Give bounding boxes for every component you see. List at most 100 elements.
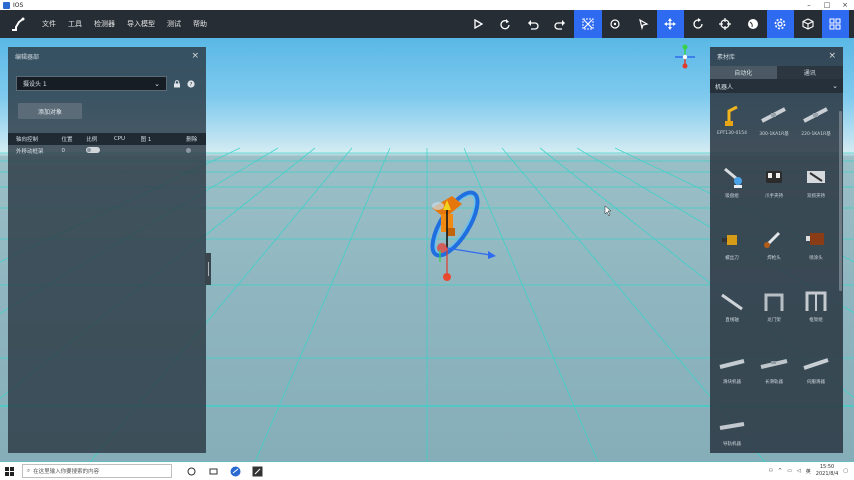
move-tool-button[interactable] [656,10,684,38]
task-view-icon[interactable] [202,462,224,480]
asset-item[interactable]: 300-1KA1R基 [754,101,794,137]
ime-icon[interactable]: 英 [806,468,811,475]
visibility-toggle[interactable] [86,147,101,153]
row-value: 0 [61,148,65,154]
orientation-gizmo-icon[interactable] [672,44,698,70]
robot-icon [610,19,620,29]
menu-item-4[interactable]: 测试 [161,10,187,38]
asset-tab-0[interactable]: 自动化 [710,66,777,79]
taskbar-search-input[interactable]: ⌕ 在这里输入你要搜索的内容 [22,464,172,478]
delete-icon[interactable] [186,147,192,153]
menu-item-1[interactable]: 工具 [62,10,88,38]
asset-item[interactable]: 爪手夹持 [754,163,794,199]
robot-tool-button[interactable] [602,10,630,38]
forward-tool-button[interactable] [547,10,575,38]
toolbar [464,10,849,38]
asset-scrollbar[interactable] [839,111,842,291]
asset-item[interactable]: 伺服滑器 [796,349,836,385]
app-taskbar-icon[interactable] [224,462,246,480]
ide-taskbar-icon[interactable] [246,462,268,480]
asset-item[interactable]: 滑块机器 [712,349,752,385]
asset-item[interactable]: 长滑轨器 [754,349,794,385]
chevron-up-icon[interactable]: ^ [778,468,782,474]
asset-item[interactable]: 龙门架 [754,287,794,323]
select-all-icon [582,18,594,30]
asset-item-label: 龙门架 [767,318,781,323]
asset-item[interactable]: 吸盘组 [712,163,752,199]
lock-icon[interactable] [172,79,181,88]
forward-icon [554,20,566,30]
cortana-icon[interactable] [180,462,202,480]
asset-item[interactable]: 焊枪头 [754,225,794,261]
rotate-tool-button[interactable] [684,10,712,38]
close-icon[interactable]: × [191,51,199,61]
settings-tool-button[interactable] [766,10,794,38]
settings-icon [774,18,786,30]
suction-icon [724,167,742,188]
globe-icon [747,19,758,29]
asset-item[interactable]: 导轨机器 [712,411,752,447]
menu-item-2[interactable]: 检测器 [88,10,121,38]
close-icon[interactable]: × [836,0,854,10]
add-object-button[interactable]: 添加对象 [18,103,82,119]
asset-item[interactable]: EPT130-0154 [712,101,752,136]
menu-item-0[interactable]: 文件 [36,10,62,38]
system-tray: ⚇ ^ ▭ ◁ 英 15:50 2021/8/4 ▢ [769,464,854,478]
taskbar-search-placeholder: 在这里输入你要搜索的内容 [33,469,100,475]
robot-model[interactable] [424,186,486,262]
clock-time: 15:50 [819,464,835,470]
windows-start-icon[interactable] [0,462,18,480]
asset-tabs: 自动化 通讯 [710,66,843,79]
long-rail-icon [760,359,788,369]
camera-select[interactable]: 摄设头 1 ⌄ [16,76,167,91]
globe-tool-button[interactable] [739,10,767,38]
volume-icon[interactable]: ◁ [797,468,801,474]
slider-icon [719,359,745,369]
double-gripper-icon [807,171,825,183]
select-all-tool-button[interactable] [574,10,602,38]
asset-item[interactable]: 螺丝刀 [712,225,752,261]
grid-tool-button[interactable] [821,10,849,38]
asset-tab-1[interactable]: 通讯 [776,66,843,79]
minimize-icon[interactable]: – [800,0,818,10]
linear-rail-icon [761,107,786,123]
asset-item[interactable]: 220-1KA1R基 [796,101,836,137]
clock[interactable]: 15:50 2021/8/4 [816,464,838,478]
help-icon[interactable]: ? [186,79,195,88]
category-selector[interactable]: 机器人 ⌄ [710,79,843,93]
column-header: CPU [113,136,126,142]
asset-library-title: 素材库 [717,53,736,61]
robot-arm-logo-icon[interactable] [0,10,36,38]
play-tool-button[interactable] [464,10,492,38]
table-row[interactable]: 外移动框架 0 [8,145,206,157]
asset-item-label: 双抓夹持 [807,194,825,199]
undo-tool-button[interactable] [519,10,547,38]
cube-icon [802,18,814,30]
asset-item-label: 导轨机器 [723,442,741,447]
asset-item[interactable]: 框架组 [796,287,836,323]
asset-library-panel: 素材库 × 自动化 通讯 机器人 ⌄ EPT130-0154 300-1KA1R基 2… [710,47,843,453]
cube-tool-button[interactable] [794,10,822,38]
asset-item-label: 爪手夹持 [765,194,783,199]
undo-icon [527,20,539,30]
menu-item-3[interactable]: 导入模型 [121,10,161,38]
maximize-icon[interactable]: □ [818,0,836,10]
redo-tool-button[interactable] [492,10,520,38]
asset-item[interactable]: 双抓夹持 [796,163,836,199]
asset-item-label: 框架组 [809,318,823,323]
cursor-tool-button[interactable] [629,10,657,38]
target-tool-button[interactable] [712,10,740,38]
network-icon[interactable]: ▭ [787,468,792,474]
asset-grid: EPT130-0154 300-1KA1R基 220-1KA1R基吸盘组 爪手夹持 双抓… [710,97,838,453]
panel-collapse-handle[interactable] [205,253,211,285]
asset-item[interactable]: 喷涂头 [796,225,836,261]
yellow-robot-icon [725,105,738,126]
person-icon[interactable]: ⚇ [769,468,773,474]
object-table-header: 轴向控制 位置 比例 CPU 图 1 删除 [8,133,206,145]
window-titlebar: IOS – □ × [0,0,854,10]
notification-icon[interactable]: ▢ [843,468,848,474]
close-icon[interactable]: × [828,51,836,61]
axis-icon [721,293,743,311]
menu-item-5[interactable]: 帮助 [187,10,213,38]
asset-item[interactable]: 直线轴 [712,287,752,323]
